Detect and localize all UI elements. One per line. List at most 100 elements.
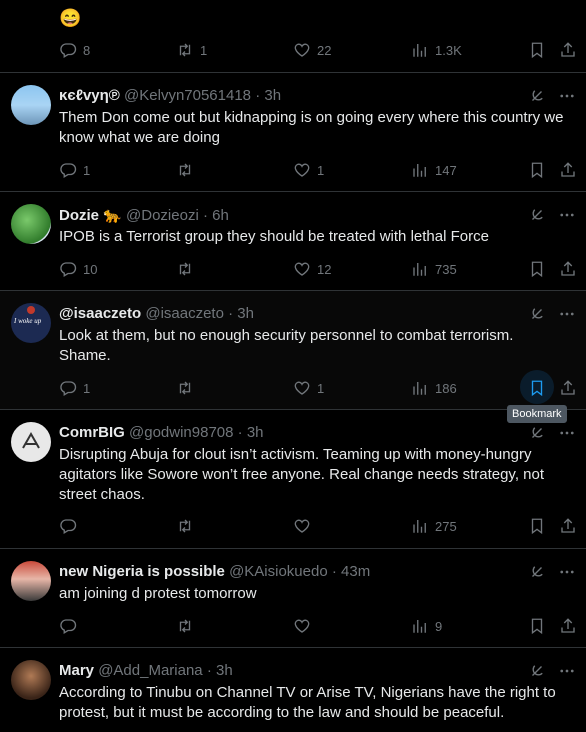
tweet-text: am joining d protest tomorrow <box>59 585 257 602</box>
reply-button[interactable]: 10 <box>59 259 97 279</box>
avatar[interactable] <box>11 204 51 244</box>
grok-icon[interactable] <box>528 424 546 442</box>
tweet-actions: 275 <box>59 516 579 536</box>
author-name[interactable]: new Nigeria is possible <box>59 563 225 580</box>
heart-icon <box>293 517 311 535</box>
reply-button[interactable] <box>59 616 77 636</box>
views-button[interactable]: 147 <box>411 160 457 180</box>
share-button[interactable] <box>559 378 577 398</box>
tweet-item[interactable]: new Nigeria is possible @KAisiokuedo · 4… <box>0 549 586 648</box>
tweet-text: Disrupting Abuja for clout isn’t activis… <box>59 446 545 503</box>
views-button[interactable]: 9 <box>411 616 442 636</box>
bookmark-button[interactable] <box>528 516 546 536</box>
grok-icon[interactable] <box>528 662 546 680</box>
author-handle[interactable]: @KAisiokuedo <box>229 563 328 580</box>
repost-icon <box>176 379 194 397</box>
author-name[interactable]: @isaaczeto <box>59 305 141 322</box>
reply-button[interactable]: 8 <box>59 40 90 60</box>
timestamp[interactable]: · 3h <box>228 305 254 322</box>
like-button[interactable]: 12 <box>293 259 331 279</box>
view-count: 275 <box>435 518 457 534</box>
avatar[interactable]: I woke up <box>11 303 51 343</box>
repost-button[interactable] <box>176 378 194 398</box>
avatar[interactable] <box>11 422 51 462</box>
bookmark-button[interactable] <box>528 160 546 180</box>
like-button[interactable]: 1 <box>293 160 324 180</box>
author-handle[interactable]: @Dozieozi <box>126 207 199 224</box>
repost-button[interactable] <box>176 160 194 180</box>
share-button[interactable] <box>559 616 577 636</box>
more-icon[interactable] <box>558 563 576 581</box>
timestamp[interactable]: · 3h <box>207 662 233 679</box>
tweet-item[interactable]: I woke up @isaaczeto @isaaczeto · 3h Loo… <box>0 291 586 410</box>
timestamp[interactable]: · 43m <box>332 563 370 580</box>
repost-button[interactable]: 1 <box>176 40 207 60</box>
grok-icon[interactable] <box>528 206 546 224</box>
tweet-header: Mary @Add_Mariana · 3h <box>59 662 233 679</box>
tweet-item[interactable]: ĸєℓvуη℗ @Kelvyn70561418 · 3h Them Don co… <box>0 73 586 192</box>
views-button[interactable]: 275 <box>411 516 457 536</box>
repost-button[interactable] <box>176 616 194 636</box>
bookmark-icon <box>528 161 546 179</box>
like-button[interactable] <box>293 516 311 536</box>
tweet-text: Them Don come out but kidnapping is on g… <box>59 109 564 146</box>
share-icon <box>559 161 577 179</box>
share-button[interactable] <box>559 40 577 60</box>
views-button[interactable]: 1.3K <box>411 40 462 60</box>
share-button[interactable] <box>559 160 577 180</box>
more-icon[interactable] <box>558 305 576 323</box>
view-count: 147 <box>435 162 457 178</box>
grok-icon[interactable] <box>528 563 546 581</box>
like-button[interactable]: 22 <box>293 40 331 60</box>
author-handle[interactable]: @Add_Mariana <box>98 662 202 679</box>
reply-button[interactable]: 1 <box>59 160 90 180</box>
reply-button[interactable] <box>59 516 77 536</box>
bookmark-icon <box>528 379 546 397</box>
share-button[interactable] <box>559 516 577 536</box>
tweet-item[interactable]: Dozie 🐆 @Dozieozi · 6h IPOB is a Terrori… <box>0 192 586 291</box>
bookmark-button[interactable] <box>528 40 546 60</box>
author-name[interactable]: ComrBIG <box>59 424 125 441</box>
avatar[interactable] <box>11 85 51 125</box>
author-name[interactable]: ĸєℓvуη℗ <box>59 87 120 104</box>
timestamp[interactable]: · 3h <box>238 424 264 441</box>
author-handle[interactable]: @isaaczeto <box>145 305 224 322</box>
grok-icon[interactable] <box>528 305 546 323</box>
repost-button[interactable] <box>176 259 194 279</box>
more-icon[interactable] <box>558 206 576 224</box>
author-name[interactable]: Mary <box>59 662 94 679</box>
views-button[interactable]: 735 <box>411 259 457 279</box>
like-button[interactable] <box>293 616 311 636</box>
tweet-item[interactable]: Mary @Add_Mariana · 3h According to Tinu… <box>0 648 586 732</box>
share-icon <box>559 260 577 278</box>
bookmark-button[interactable] <box>528 616 546 636</box>
avatar[interactable] <box>11 561 51 601</box>
views-button[interactable]: 186 <box>411 378 457 398</box>
author-name[interactable]: Dozie 🐆 <box>59 207 122 224</box>
reply-count: 1 <box>83 162 91 178</box>
grok-icon[interactable] <box>528 87 546 105</box>
share-button[interactable] <box>559 259 577 279</box>
more-icon[interactable] <box>558 424 576 442</box>
author-handle[interactable]: @godwin98708 <box>129 424 233 441</box>
tweet-partial-top[interactable]: 😄 8 1 22 1.3K <box>0 0 586 73</box>
more-icon[interactable] <box>558 662 576 680</box>
tweet-top-icons <box>528 662 576 680</box>
bookmark-button[interactable] <box>528 259 546 279</box>
author-handle[interactable]: @Kelvyn70561418 <box>124 87 251 104</box>
like-button[interactable]: 1 <box>293 378 324 398</box>
share-icon <box>559 517 577 535</box>
reply-count: 8 <box>83 42 91 58</box>
timestamp[interactable]: · 6h <box>203 207 229 224</box>
more-icon[interactable] <box>558 87 576 105</box>
bookmark-button[interactable] <box>520 370 554 404</box>
bookmark-icon <box>528 41 546 59</box>
tweet-item[interactable]: ComrBIG @godwin98708 · 3h Disrupting Abu… <box>0 410 586 549</box>
brand-logo-icon <box>22 431 40 449</box>
reply-button[interactable]: 1 <box>59 378 90 398</box>
bookmark-tooltip: Bookmark <box>507 405 567 423</box>
avatar[interactable] <box>11 660 51 700</box>
views-icon <box>411 260 429 278</box>
timestamp[interactable]: · 3h <box>255 87 281 104</box>
repost-button[interactable] <box>176 516 194 536</box>
